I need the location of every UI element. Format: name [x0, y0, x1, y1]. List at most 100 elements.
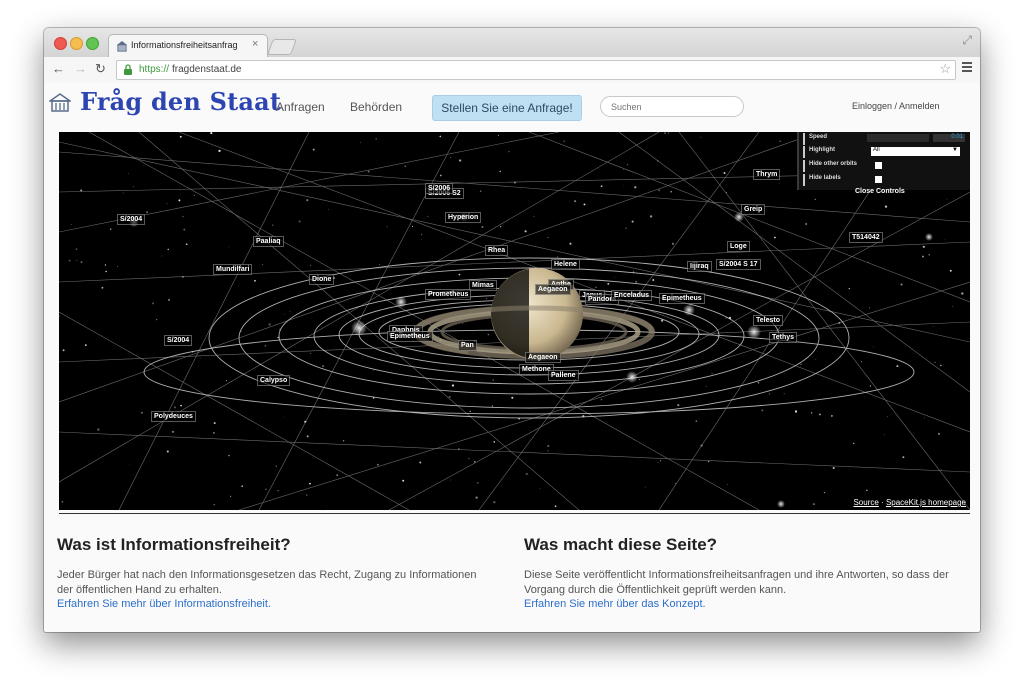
moon-label[interactable]: Mimas: [469, 280, 497, 291]
moon-label[interactable]: T514042: [849, 232, 883, 243]
speed-slider[interactable]: [867, 134, 929, 142]
speed-control[interactable]: Speed 0.01: [803, 133, 970, 145]
star: [254, 279, 256, 282]
forward-icon[interactable]: →: [74, 61, 87, 76]
address-bar[interactable]: https:// fragdenstaat.de ☆: [116, 60, 956, 80]
star: [794, 410, 798, 413]
browser-tab[interactable]: Informationsfreiheitsanfrag ×: [108, 34, 268, 58]
star: [800, 363, 802, 365]
star: [284, 314, 286, 315]
star: [547, 444, 550, 448]
star: [402, 479, 405, 482]
bookmark-star-icon[interactable]: ☆: [939, 61, 951, 77]
reload-icon[interactable]: ↻: [95, 61, 106, 77]
star: [386, 226, 388, 228]
moon-label[interactable]: Epimetheus: [659, 293, 705, 304]
moon-label[interactable]: Greip: [741, 204, 766, 215]
learn-more-informationsfreiheit-link[interactable]: Erfahren Sie mehr über Informationsfreih…: [57, 598, 271, 610]
close-window-button[interactable]: [54, 37, 67, 50]
star: [623, 169, 624, 170]
viewer-divider: [59, 513, 970, 514]
star: [178, 199, 181, 202]
minimize-window-button[interactable]: [70, 37, 83, 50]
moon-label[interactable]: S/2004 S 17: [716, 259, 761, 270]
moon-label[interactable]: Calypso: [257, 375, 291, 386]
moon-label[interactable]: Pan: [458, 340, 477, 351]
star: [475, 496, 478, 499]
star: [946, 198, 948, 200]
hide-orbits-control[interactable]: Hide other orbits: [803, 160, 970, 172]
moon-label[interactable]: S/2006: [425, 183, 454, 194]
star: [869, 385, 872, 387]
back-icon[interactable]: ←: [52, 61, 65, 76]
speed-label: Speed: [809, 134, 828, 140]
star: [75, 248, 78, 250]
source-link[interactable]: Source: [853, 498, 878, 507]
moon-label[interactable]: S/2004: [164, 335, 193, 346]
moon-label[interactable]: Enceladus: [611, 290, 653, 301]
saturn-orbit-viewer[interactable]: S/2004S/2006 S2HyperionS/2006PaaliaqRhea…: [59, 132, 970, 510]
star: [479, 190, 482, 192]
moon-label[interactable]: Prometheus: [425, 289, 472, 300]
highlight-select[interactable]: All ▼: [871, 147, 960, 156]
star: [101, 286, 104, 289]
nav-behoerden[interactable]: Behörden: [350, 100, 402, 114]
close-controls-button[interactable]: Close Controls: [855, 188, 905, 195]
moon-label[interactable]: Hyperion: [445, 212, 482, 223]
star: [937, 432, 941, 436]
moon-label[interactable]: Thrym: [753, 169, 781, 180]
hide-orbits-checkbox[interactable]: [875, 162, 882, 169]
moon-label[interactable]: Pallene: [548, 370, 579, 381]
moon-label[interactable]: Tethys: [769, 332, 798, 343]
login-link[interactable]: Einloggen / Anmelden: [852, 101, 940, 111]
star: [327, 209, 329, 211]
moon-label[interactable]: Mundilfari: [213, 264, 253, 275]
star: [499, 226, 502, 228]
star: [757, 381, 760, 384]
star: [132, 185, 134, 187]
moon-label[interactable]: Polydeuces: [151, 411, 196, 422]
star: [84, 344, 87, 347]
star: [726, 192, 728, 194]
moon-label[interactable]: Iijiraq: [687, 261, 712, 272]
star: [449, 479, 451, 481]
tab-close-icon[interactable]: ×: [252, 38, 258, 50]
star: [97, 428, 100, 431]
moon-label[interactable]: Loge: [727, 241, 750, 252]
site-logo[interactable]: Fråg den Staat: [80, 87, 281, 116]
moon-label[interactable]: Telesto: [753, 315, 783, 326]
star: [213, 432, 215, 434]
moon-label[interactable]: S/2004: [117, 214, 146, 225]
homepage-link[interactable]: SpaceKit.js homepage: [886, 498, 966, 507]
search-input[interactable]: [600, 96, 744, 117]
highlight-control[interactable]: Highlight All ▼: [803, 146, 970, 158]
new-request-button[interactable]: Stellen Sie eine Anfrage!: [432, 95, 582, 121]
star: [213, 503, 215, 506]
moon-label[interactable]: Dione: [309, 274, 335, 285]
moon-label[interactable]: Aegaeon: [535, 284, 571, 295]
moon-label[interactable]: Aegaeon: [525, 352, 561, 363]
nav-anfragen[interactable]: Anfragen: [276, 100, 325, 114]
star: [626, 163, 629, 166]
hide-labels-checkbox[interactable]: [875, 176, 882, 183]
hide-labels-control[interactable]: Hide labels: [803, 174, 970, 186]
moon-label[interactable]: Epimetheus: [387, 331, 433, 342]
star: [228, 246, 230, 248]
moon-label[interactable]: Rhea: [485, 245, 509, 256]
menu-icon[interactable]: [962, 62, 972, 74]
moon-label[interactable]: Paaliaq: [253, 236, 284, 247]
new-tab-button[interactable]: [267, 39, 297, 55]
star: [458, 273, 461, 276]
speed-value[interactable]: 0.01: [933, 134, 965, 142]
star: [547, 236, 549, 239]
star: [212, 145, 214, 147]
learn-more-konzept-link[interactable]: Erfahren Sie mehr über das Konzept.: [524, 598, 706, 610]
star: [439, 174, 442, 177]
star: [818, 413, 821, 416]
zoom-window-button[interactable]: [86, 37, 99, 50]
moon-label[interactable]: Helene: [551, 259, 580, 270]
fullscreen-icon[interactable]: ⤢: [962, 33, 972, 48]
star: [922, 245, 925, 248]
star: [485, 297, 488, 300]
star: [525, 472, 528, 476]
